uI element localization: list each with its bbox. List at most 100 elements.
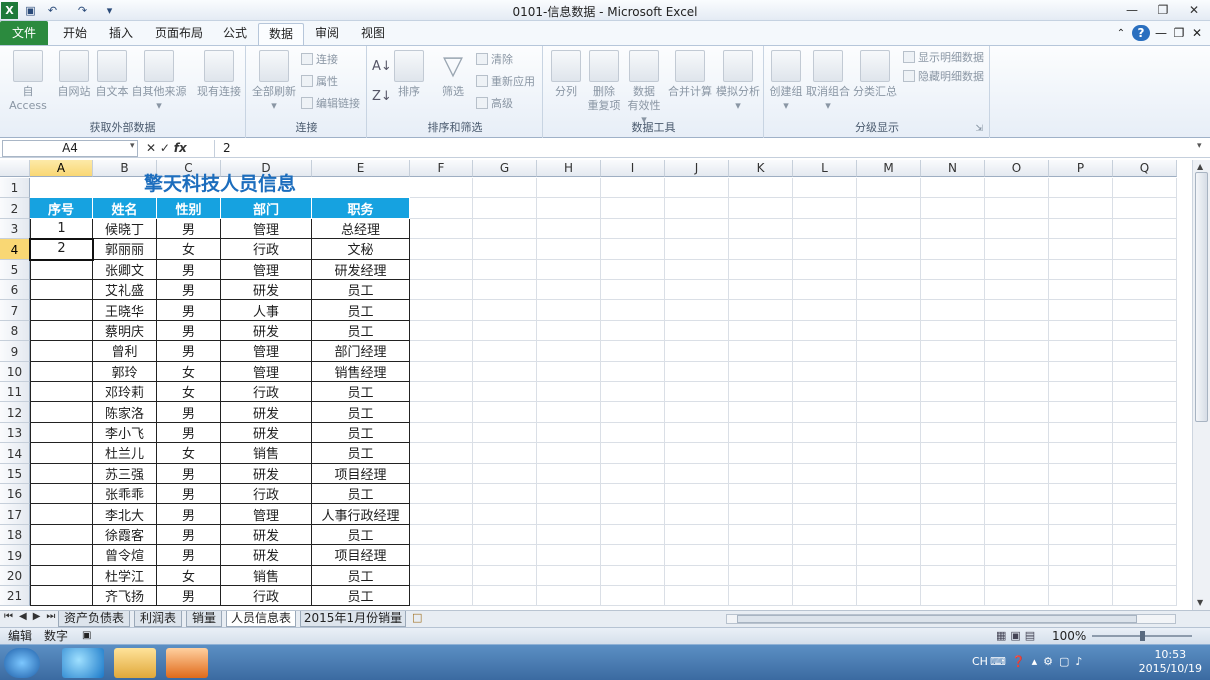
table-header[interactable]: 部门 [221,198,312,219]
grid-cell[interactable] [729,484,793,505]
expand-formula-icon[interactable]: ▾ [1197,141,1202,151]
grid-cell[interactable] [1113,259,1177,280]
row-header[interactable]: 1 [0,178,30,199]
grid-cell[interactable] [921,422,985,444]
grid-cell[interactable] [473,382,537,403]
grid-cell[interactable] [665,198,729,219]
grid-cell[interactable] [729,198,793,219]
grid-cell[interactable] [410,565,473,586]
grid-cell[interactable] [665,402,729,423]
grid-cell[interactable] [537,341,601,362]
existing-connections-button[interactable]: 现有连接 [194,50,244,99]
table-cell[interactable]: 总经理 [312,218,410,240]
grid-cell[interactable] [1049,443,1113,464]
column-header[interactable]: I [601,160,665,177]
grid-cell[interactable] [729,259,793,280]
grid-cell[interactable] [793,300,857,321]
grid-cell[interactable] [857,484,921,505]
sort-button[interactable]: 排序 [394,50,424,99]
row-header[interactable]: 2 [0,198,30,219]
table-cell[interactable] [30,463,93,484]
table-cell[interactable]: 人事 [221,300,312,321]
insert-function-icon[interactable]: fx [174,141,187,155]
grid-cell[interactable] [921,300,985,321]
table-cell[interactable]: 徐霞客 [93,524,157,546]
grid-cell[interactable] [921,178,985,199]
grid-cell[interactable] [1113,361,1177,382]
table-cell[interactable]: 男 [157,280,221,301]
grid-cell[interactable] [1113,545,1177,566]
sheet-tab[interactable]: 资产负债表 [58,611,130,627]
grid-cell[interactable] [793,218,857,240]
sheet-tab[interactable]: 销量 [186,611,222,627]
grid-cell[interactable] [1049,178,1113,199]
table-cell[interactable] [30,259,93,280]
grid-cell[interactable] [729,443,793,464]
sheet-nav-icons[interactable]: ⏮◀▶⏭ [4,611,61,622]
grid-cell[interactable] [985,524,1049,546]
table-cell[interactable]: 杜学江 [93,565,157,586]
grid-cell[interactable] [857,218,921,240]
grid-cell[interactable] [857,320,921,342]
grid-cell[interactable] [473,504,537,525]
grid-cell[interactable] [665,524,729,546]
row-header[interactable]: 7 [0,300,30,321]
grid-cell[interactable] [793,280,857,301]
grid-cell[interactable] [729,422,793,444]
grid-cell[interactable] [1049,382,1113,403]
grid-cell[interactable] [985,361,1049,382]
grid-cell[interactable] [729,545,793,566]
grid-cell[interactable] [793,239,857,260]
grid-cell[interactable] [985,239,1049,260]
table-cell[interactable]: 男 [157,422,221,444]
grid-cell[interactable] [985,259,1049,280]
grid-cell[interactable] [793,259,857,280]
grid-cell[interactable] [665,504,729,525]
grid-cell[interactable] [665,463,729,484]
table-cell[interactable] [30,443,93,464]
ungroup-button[interactable]: 取消组合 ▾ [805,50,851,113]
grid-cell[interactable] [1049,259,1113,280]
grid-cell[interactable] [985,484,1049,505]
grid-cell[interactable] [985,218,1049,240]
grid-cell[interactable] [1049,586,1113,607]
collapse-ribbon-icon[interactable]: ⌃ [1112,23,1130,45]
table-cell[interactable]: 销售经理 [312,361,410,382]
grid-cell[interactable] [985,586,1049,607]
grid-cell[interactable] [601,259,665,280]
grid-cell[interactable] [665,300,729,321]
grid-cell[interactable] [857,524,921,546]
grid-cell[interactable] [857,422,921,444]
grid-cell[interactable] [857,402,921,423]
sort-asc-icon[interactable]: A↓ [372,58,392,76]
grid-cell[interactable] [793,443,857,464]
internet-explorer-icon[interactable] [62,648,104,678]
language-indicator[interactable]: CH [972,655,988,668]
table-cell[interactable]: 文秘 [312,239,410,260]
grid-cell[interactable] [1113,341,1177,362]
row-header[interactable]: 18 [0,524,30,546]
grid-cell[interactable] [473,280,537,301]
from-text-button[interactable]: 自文本 [94,50,130,99]
table-cell[interactable]: 研发 [221,320,312,342]
select-all-corner[interactable] [0,160,30,177]
grid-cell[interactable] [1113,586,1177,607]
table-cell[interactable]: 员工 [312,484,410,505]
table-cell[interactable]: 男 [157,300,221,321]
group-button[interactable]: 创建组 ▾ [767,50,805,113]
table-cell[interactable]: 蔡明庆 [93,320,157,342]
table-cell[interactable]: 男 [157,484,221,505]
remove-duplicates-button[interactable]: 删除 重复项 [584,50,624,113]
grid-cell[interactable] [1049,504,1113,525]
table-cell[interactable]: 男 [157,545,221,566]
row-header[interactable]: 13 [0,422,30,444]
grid-cell[interactable] [985,320,1049,342]
grid-cell[interactable] [665,484,729,505]
grid-cell[interactable] [665,320,729,342]
grid-cell[interactable] [537,565,601,586]
grid-cell[interactable] [410,198,473,219]
grid-cell[interactable] [985,504,1049,525]
grid-cell[interactable] [410,341,473,362]
table-cell[interactable]: 邓玲莉 [93,382,157,403]
grid-cell[interactable] [793,545,857,566]
